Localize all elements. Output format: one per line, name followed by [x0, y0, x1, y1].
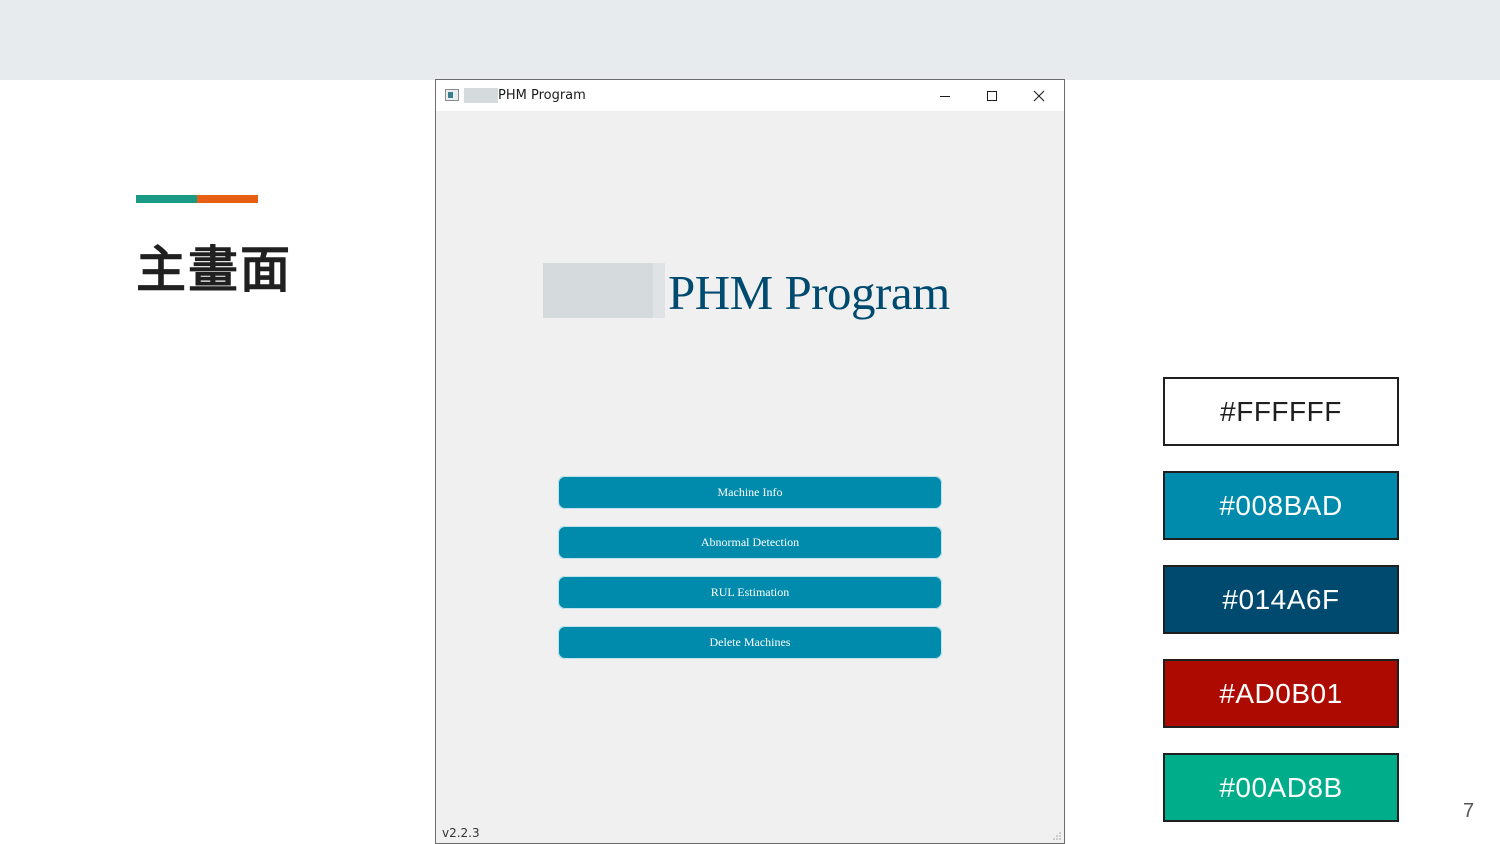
maximize-icon — [987, 90, 997, 101]
color-swatch-green: #00AD8B — [1163, 753, 1399, 822]
app-icon — [445, 89, 459, 101]
maximize-button[interactable] — [969, 80, 1015, 111]
close-button[interactable] — [1016, 80, 1062, 111]
accent-line-orange — [197, 195, 258, 203]
app-window: PHM Program PHM Program Machine Info Abn… — [435, 79, 1065, 844]
machine-info-button[interactable]: Machine Info — [558, 476, 942, 509]
resize-grip-icon[interactable] — [1052, 831, 1062, 841]
color-swatch-primary-blue: #008BAD — [1163, 471, 1399, 540]
abnormal-detection-button[interactable]: Abnormal Detection — [558, 526, 942, 559]
window-titlebar[interactable]: PHM Program — [436, 80, 1064, 111]
minimize-icon — [940, 95, 950, 97]
minimize-button[interactable] — [922, 80, 968, 111]
delete-machines-button[interactable]: Delete Machines — [558, 626, 942, 659]
close-icon — [1033, 90, 1045, 101]
logo-redaction — [543, 263, 665, 318]
page-number: 7 — [1463, 800, 1475, 822]
title-accent-line — [136, 195, 258, 203]
accent-line-teal — [136, 195, 197, 203]
app-heading: PHM Program — [668, 265, 950, 320]
rul-estimation-button[interactable]: RUL Estimation — [558, 576, 942, 609]
slide-title: 主畫面 — [136, 241, 292, 299]
window-title: PHM Program — [498, 88, 586, 103]
version-label: v2.2.3 — [442, 826, 480, 840]
color-swatch-dark-blue: #014A6F — [1163, 565, 1399, 634]
color-swatch-white: #FFFFFF — [1163, 377, 1399, 446]
color-swatch-red: #AD0B01 — [1163, 659, 1399, 728]
top-band — [0, 0, 1500, 80]
title-redaction — [464, 88, 498, 103]
